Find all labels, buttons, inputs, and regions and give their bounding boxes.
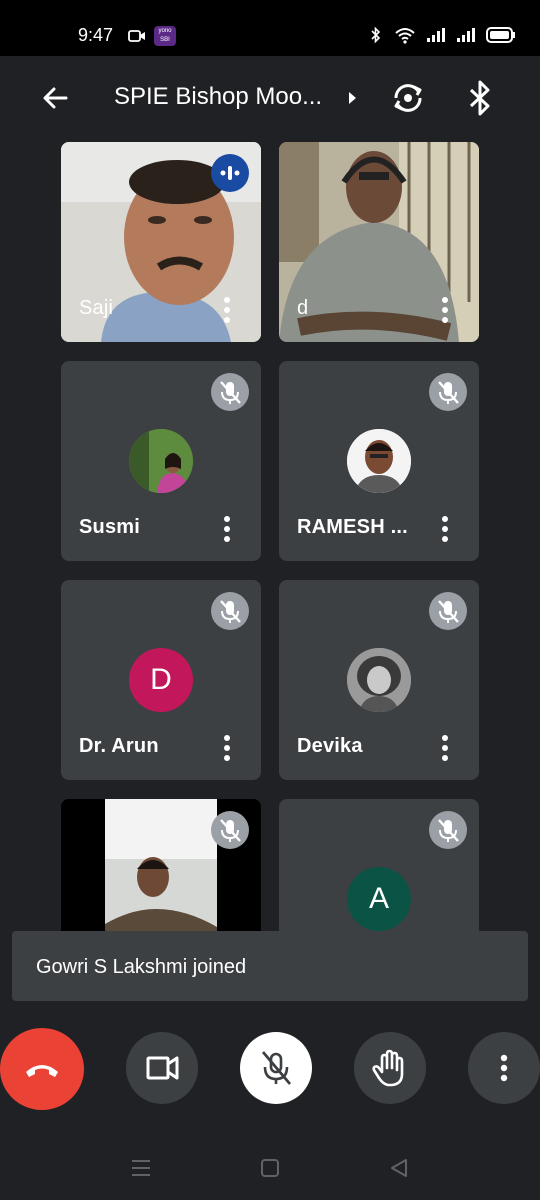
- participant-tile-devika[interactable]: Devika: [279, 580, 479, 780]
- hand-icon: [372, 1049, 404, 1087]
- avatar: [347, 429, 411, 493]
- chevron-right-icon[interactable]: [345, 86, 361, 110]
- home-icon[interactable]: [259, 1157, 281, 1179]
- yono-app-icon: yono SBI: [154, 26, 176, 46]
- clock: 9:47: [78, 25, 114, 45]
- mic-toggle-button[interactable]: [240, 1032, 312, 1104]
- camera-toggle-button[interactable]: [126, 1032, 198, 1104]
- system-nav-bar: [0, 1130, 540, 1200]
- more-options-icon[interactable]: [437, 734, 453, 762]
- participant-name: Saji: [79, 297, 114, 319]
- mic-off-icon: [220, 819, 241, 842]
- raise-hand-button[interactable]: [354, 1032, 426, 1104]
- avatar: [129, 429, 193, 493]
- participant-tile-dr-arun[interactable]: D Dr. Arun: [61, 580, 261, 780]
- signal-icon-1: [427, 28, 445, 42]
- participant-tile-saji[interactable]: Saji: [61, 142, 261, 342]
- hang-up-icon: [26, 1065, 58, 1077]
- avatar-initial: A: [368, 882, 389, 915]
- participant-name: d: [297, 297, 309, 319]
- more-options-icon[interactable]: [437, 296, 453, 324]
- yono-label: yono SBI: [158, 28, 172, 43]
- mic-muted-badge: [211, 811, 249, 849]
- wifi-icon: [395, 28, 415, 44]
- speaking-indicator: [211, 154, 249, 192]
- participant-name: Dr. Arun: [79, 735, 159, 757]
- avatar-initial: D: [150, 663, 172, 696]
- mic-off-icon: [438, 600, 459, 623]
- participant-name: Devika: [297, 735, 363, 757]
- back-arrow-icon[interactable]: [36, 78, 76, 118]
- status-right-icons: [368, 26, 516, 44]
- more-options-icon[interactable]: [219, 296, 235, 324]
- avatar: A: [347, 867, 411, 931]
- mic-muted-badge: [211, 373, 249, 411]
- avatar-photo: [129, 429, 193, 493]
- mic-off-icon: [220, 381, 241, 404]
- status-bar: 9:47 yono SBI: [0, 0, 540, 56]
- mic-muted-badge: [429, 811, 467, 849]
- mic-muted-badge: [429, 373, 467, 411]
- end-call-button[interactable]: [0, 1028, 84, 1110]
- more-options-button[interactable]: [468, 1032, 540, 1104]
- participant-name: Susmi: [79, 516, 141, 538]
- battery-icon: [486, 27, 515, 43]
- signal-icon-2: [457, 28, 475, 42]
- switch-camera-icon[interactable]: [388, 78, 428, 118]
- participant-name: RAMESH ...: [297, 516, 408, 538]
- join-notification-toast: Gowri S Lakshmi joined: [12, 931, 528, 1001]
- audio-wave-icon: [220, 166, 240, 180]
- mic-muted-badge: [211, 592, 249, 630]
- video-camera-icon: [146, 1056, 179, 1080]
- back-nav-icon[interactable]: [388, 1157, 410, 1179]
- toast-message: Gowri S Lakshmi joined: [36, 956, 247, 978]
- recent-apps-icon[interactable]: [129, 1156, 153, 1180]
- participant-tile-ramesh[interactable]: RAMESH ...: [279, 361, 479, 561]
- more-options-icon[interactable]: [437, 515, 453, 543]
- video-record-icon: [128, 30, 145, 42]
- mic-off-icon: [220, 600, 241, 623]
- mic-off-icon: [438, 381, 459, 404]
- mic-off-icon: [438, 819, 459, 842]
- avatar: D: [129, 648, 193, 712]
- mic-off-icon: [261, 1051, 292, 1085]
- meeting-title[interactable]: SPIE Bishop Moo...: [114, 83, 322, 111]
- more-vert-icon: [500, 1054, 508, 1082]
- bluetooth-audio-icon[interactable]: [462, 78, 498, 118]
- avatar-photo: [347, 648, 411, 712]
- participant-tile-susmi[interactable]: Susmi: [61, 361, 261, 561]
- more-options-icon[interactable]: [219, 734, 235, 762]
- participant-tile-d[interactable]: d: [279, 142, 479, 342]
- mic-muted-badge: [429, 592, 467, 630]
- status-left-icons: yono SBI: [128, 26, 176, 46]
- more-options-icon[interactable]: [219, 515, 235, 543]
- avatar: [347, 648, 411, 712]
- meeting-header: SPIE Bishop Moo...: [0, 56, 540, 140]
- avatar-photo: [347, 429, 411, 493]
- bluetooth-status-icon: [371, 26, 381, 44]
